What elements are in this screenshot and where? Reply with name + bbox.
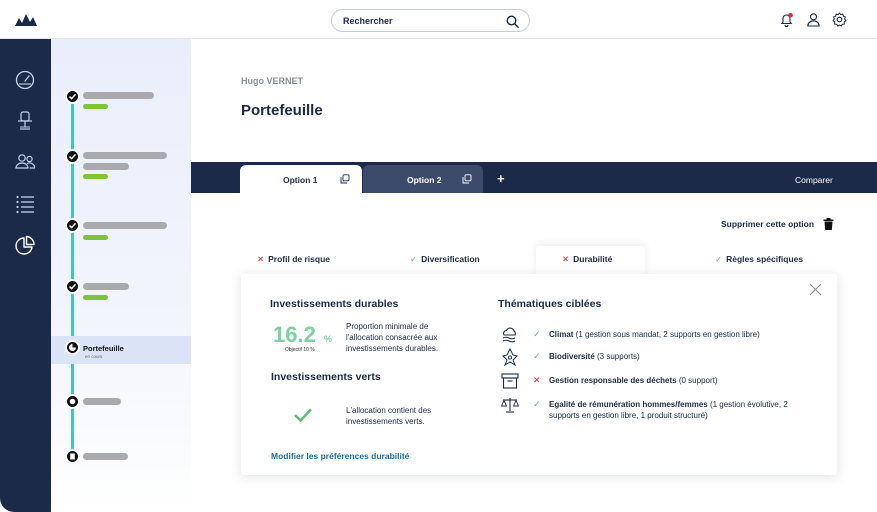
step-status-placeholder	[83, 295, 108, 300]
compare-button[interactable]: Comparer	[795, 175, 833, 185]
step-completed-icon[interactable]	[65, 89, 80, 104]
step-label-placeholder	[83, 163, 129, 170]
step-current-icon[interactable]	[65, 340, 80, 355]
search-box[interactable]	[331, 9, 530, 32]
criteria-diversification[interactable]: ✓ Diversification	[410, 254, 480, 265]
step-label-placeholder	[83, 152, 167, 159]
duplicate-icon[interactable]	[340, 174, 350, 184]
gear-settings-icon[interactable]	[832, 12, 847, 27]
criteria-specific-rules[interactable]: ✓ Règles spécifiques	[715, 254, 803, 265]
targeted-themes-title: Thématiques ciblées	[498, 298, 602, 310]
description-line: investissements durables.	[346, 344, 439, 353]
step-label-placeholder	[83, 398, 121, 405]
users-group-icon[interactable]	[14, 151, 36, 173]
sustainable-percentage-unit: %	[324, 334, 333, 344]
theme-text: Climat (1 gestion sous mandat, 2 support…	[549, 329, 789, 340]
theme-name: Gestion responsable des déchets	[549, 376, 677, 385]
pie-chart-icon[interactable]	[14, 235, 36, 257]
duplicate-icon[interactable]	[462, 174, 472, 184]
trash-icon[interactable]	[823, 218, 834, 230]
scales-balance-icon	[500, 398, 520, 413]
step-upcoming-icon[interactable]	[65, 449, 80, 464]
step-current-status: en cours	[85, 354, 103, 359]
theme-text: Biodiversité (3 supports)	[549, 351, 789, 362]
tab-option-label: Option 2	[407, 175, 442, 185]
status-x-icon: ✕	[533, 375, 541, 385]
step-status-placeholder	[83, 174, 108, 179]
status-check-icon: ✓	[533, 329, 541, 339]
status-x-icon: ✕	[562, 254, 570, 264]
biodiversity-leaf-icon	[502, 348, 518, 366]
theme-detail: (3 supports)	[594, 352, 640, 361]
waste-bin-icon	[501, 373, 519, 389]
close-icon[interactable]	[809, 283, 822, 296]
criteria-risk-profile[interactable]: ✕ Profil de risque	[257, 254, 330, 265]
tab-option-1[interactable]: Option 1	[240, 165, 362, 194]
criteria-durability[interactable]: ✕ Durabilité	[562, 254, 612, 265]
tab-option-label: Option 1	[283, 175, 318, 185]
sustainable-percentage: 16.2	[273, 322, 316, 347]
page-title: Portefeuille	[241, 102, 323, 119]
add-option-button[interactable]: +	[497, 172, 505, 186]
step-completed-icon[interactable]	[65, 218, 80, 233]
criteria-label: Règles spécifiques	[726, 254, 804, 264]
status-check-icon: ✓	[533, 399, 541, 409]
criteria-label: Durabilité	[573, 254, 613, 264]
step-status-placeholder	[83, 104, 108, 109]
sustainable-objective: Objectif 10 %	[285, 347, 315, 353]
theme-detail: (0 support)	[676, 376, 718, 385]
client-name: Hugo VERNET	[241, 76, 303, 86]
step-completed-icon[interactable]	[65, 279, 80, 294]
mountain-logo-icon[interactable]	[15, 12, 37, 26]
status-x-icon: ✕	[257, 254, 265, 264]
step-upcoming-icon[interactable]	[65, 394, 80, 409]
sustainable-description: Proportion minimale de l'allocation cons…	[346, 321, 438, 354]
criteria-label: Diversification	[421, 254, 480, 264]
progress-stepper: Portefeuille en cours	[51, 39, 191, 512]
left-navigation	[0, 39, 51, 512]
status-check-icon: ✓	[410, 254, 418, 264]
description-line: L'allocation contient des	[346, 406, 432, 415]
step-completed-icon[interactable]	[65, 149, 80, 164]
green-description: L'allocation contient des investissement…	[346, 405, 431, 427]
tab-option-2[interactable]: Option 2	[363, 165, 483, 193]
cloud-climate-icon	[502, 327, 516, 343]
dashboard-gauge-icon[interactable]	[14, 69, 36, 91]
user-profile-icon[interactable]	[806, 12, 821, 27]
green-check-icon	[294, 408, 312, 422]
search-input[interactable]	[343, 14, 493, 28]
office-chair-icon[interactable]	[14, 110, 36, 132]
theme-name: Egalité de rémunération hommes/femmes	[549, 400, 708, 409]
criteria-label: Profil de risque	[268, 254, 330, 264]
theme-text: Gestion responsable des déchets (0 suppo…	[549, 375, 789, 386]
theme-detail: (1 gestion sous mandat, 2 supports en ge…	[573, 330, 760, 339]
search-icon[interactable]	[506, 15, 519, 28]
green-investments-title: Investissements verts	[271, 371, 381, 383]
status-check-icon: ✓	[533, 351, 541, 361]
list-icon[interactable]	[14, 192, 36, 214]
theme-name: Climat	[549, 330, 574, 339]
step-current-title: Portefeuille	[83, 344, 124, 353]
status-check-icon: ✓	[715, 254, 723, 264]
description-line: l'allocation consacrée aux	[346, 333, 438, 342]
top-bar	[0, 0, 877, 39]
step-label-placeholder	[83, 283, 129, 290]
description-line: investissements verts.	[346, 417, 425, 426]
description-line: Proportion minimale de	[346, 322, 429, 331]
step-label-placeholder	[83, 453, 128, 460]
modify-durability-preferences-link[interactable]: Modifier les préférences durabilité	[271, 451, 409, 461]
step-label-placeholder	[83, 92, 154, 99]
bell-notification-icon[interactable]	[779, 12, 794, 27]
step-label-placeholder	[83, 222, 167, 229]
delete-option-button[interactable]: Supprimer cette option	[721, 219, 814, 229]
step-status-placeholder	[83, 235, 108, 240]
theme-name: Biodiversité	[549, 352, 595, 361]
sustainable-investments-title: Investissements durables	[270, 298, 399, 310]
theme-text: Egalité de rémunération hommes/femmes (1…	[549, 399, 789, 421]
